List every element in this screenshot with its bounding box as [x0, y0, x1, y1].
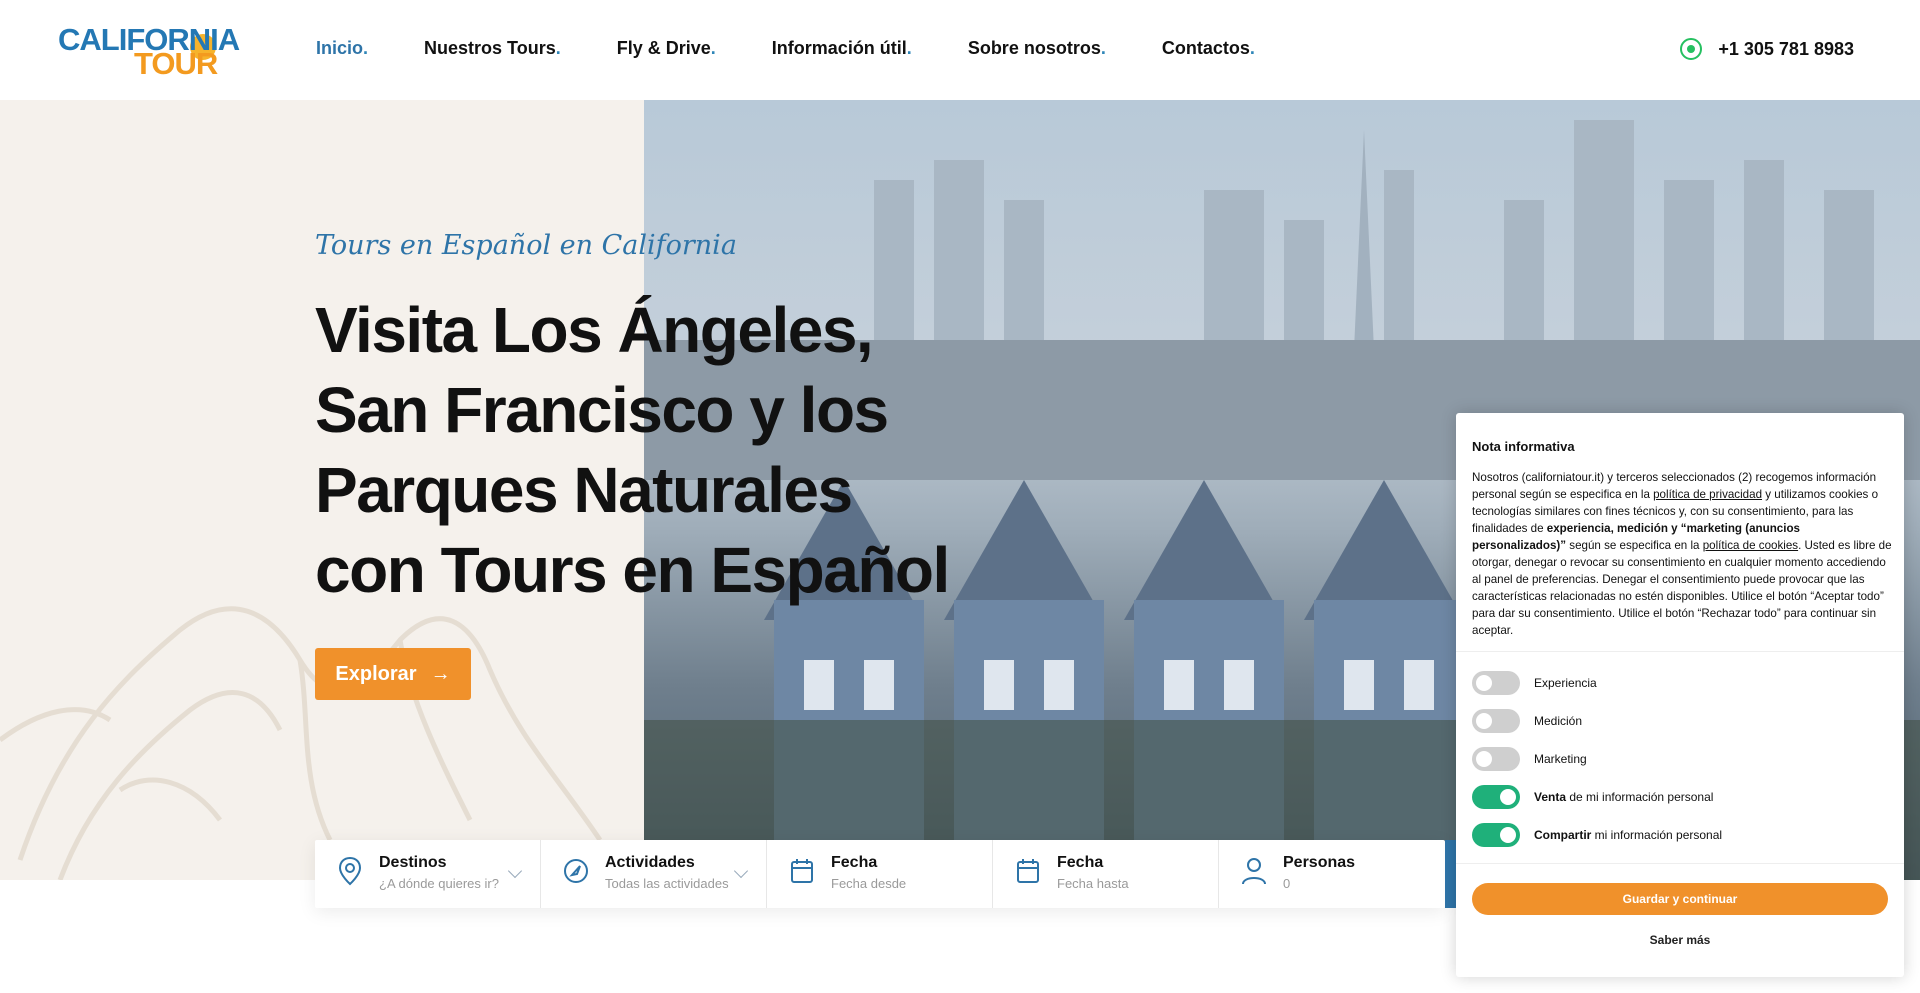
search-personas-field[interactable]: Personas 0 — [1219, 840, 1445, 908]
compass-icon — [564, 859, 588, 883]
toggle-medicion[interactable]: Medición — [1472, 709, 1582, 733]
calendar-icon — [1017, 859, 1039, 883]
cookie-title: Nota informativa — [1472, 439, 1575, 454]
person-icon — [1242, 858, 1266, 885]
search-fecha-desde-field[interactable]: Fecha Fecha desde — [767, 840, 993, 908]
phone-link[interactable]: +1 305 781 8983 — [1680, 38, 1854, 60]
nav-item-sobre-nosotros[interactable]: Sobre nosotros. — [968, 38, 1106, 59]
search-personas-label: Personas — [1283, 854, 1356, 871]
nav-item-nuestros-tours[interactable]: Nuestros Tours. — [424, 38, 561, 59]
explore-label: Explorar — [335, 662, 417, 685]
toggle-label: Medición — [1534, 714, 1583, 728]
nav-item-inicio[interactable]: Inicio. — [316, 38, 368, 59]
toggle-compartir[interactable]: Compartir mi información personal — [1472, 823, 1722, 847]
search-fecha-desde-label: Fecha — [831, 854, 878, 871]
cookie-consent-panel: Nota informativa Nosotros (californiatou… — [1456, 413, 1904, 977]
search-actividades-placeholder: Todas las actividades — [605, 876, 729, 891]
search-fecha-hasta-field[interactable]: Fecha Fecha hasta — [993, 840, 1219, 908]
toggle-label: mi información personal — [1591, 828, 1723, 842]
location-pin-icon — [338, 856, 362, 886]
toggle-label: Marketing — [1534, 752, 1587, 766]
site-header: CALIFORNIA TOUR Inicio. Nuestros Tours. … — [0, 0, 1920, 100]
toggle-switch[interactable] — [1472, 709, 1520, 733]
phone-number: +1 305 781 8983 — [1718, 38, 1854, 59]
toggle-label: Experiencia — [1534, 676, 1597, 690]
search-bar: Destinos ¿A dónde quieres ir? Actividade… — [315, 840, 1445, 908]
search-fecha-hasta-placeholder: Fecha hasta — [1057, 876, 1129, 891]
hero-title: Visita Los Ángeles, San Francisco y los … — [315, 294, 950, 606]
arrow-right-icon: → — [430, 662, 451, 685]
search-destinos-field[interactable]: Destinos ¿A dónde quieres ir? — [315, 840, 541, 908]
toggle-venta[interactable]: Venta de mi información personal — [1472, 785, 1713, 809]
whatsapp-icon — [1680, 38, 1703, 60]
search-actividades-field[interactable]: Actividades Todas las actividades — [541, 840, 767, 908]
toggle-experiencia[interactable]: Experiencia — [1472, 671, 1597, 695]
brand-line-2: TOUR — [134, 46, 218, 81]
search-fecha-hasta-label: Fecha — [1057, 854, 1104, 871]
hero-tagline: Tours en Español en California — [315, 230, 737, 261]
toggle-switch[interactable] — [1472, 747, 1520, 771]
cookie-policy-link[interactable]: política de cookies — [1703, 539, 1798, 552]
nav-item-contactos[interactable]: Contactos. — [1162, 38, 1255, 59]
cookie-text: Nosotros (californiatour.it) y terceros … — [1472, 471, 1892, 637]
save-continue-button[interactable]: Guardar y continuar — [1472, 883, 1888, 915]
toggle-switch[interactable] — [1472, 823, 1520, 847]
search-destinos-placeholder: ¿A dónde quieres ir? — [379, 876, 499, 891]
search-fecha-desde-placeholder: Fecha desde — [831, 876, 907, 891]
toggle-switch[interactable] — [1472, 785, 1520, 809]
explore-button[interactable]: Explorar → — [315, 648, 471, 700]
nav-item-fly-drive[interactable]: Fly & Drive. — [617, 38, 716, 59]
search-personas-value: 0 — [1283, 876, 1291, 891]
main-nav: Inicio. Nuestros Tours. Fly & Drive. Inf… — [316, 38, 1311, 59]
divider — [1456, 863, 1904, 864]
privacy-policy-link[interactable]: política de privacidad — [1653, 488, 1762, 501]
brand-logo[interactable]: CALIFORNIA TOUR — [58, 22, 240, 81]
toggle-marketing[interactable]: Marketing — [1472, 747, 1587, 771]
divider — [1456, 651, 1904, 652]
calendar-icon — [791, 859, 813, 883]
nav-item-informacion-util[interactable]: Información útil. — [772, 38, 912, 59]
toggle-switch[interactable] — [1472, 671, 1520, 695]
learn-more-button[interactable]: Saber más — [1472, 933, 1888, 947]
toggle-label: de mi información personal — [1566, 790, 1714, 804]
